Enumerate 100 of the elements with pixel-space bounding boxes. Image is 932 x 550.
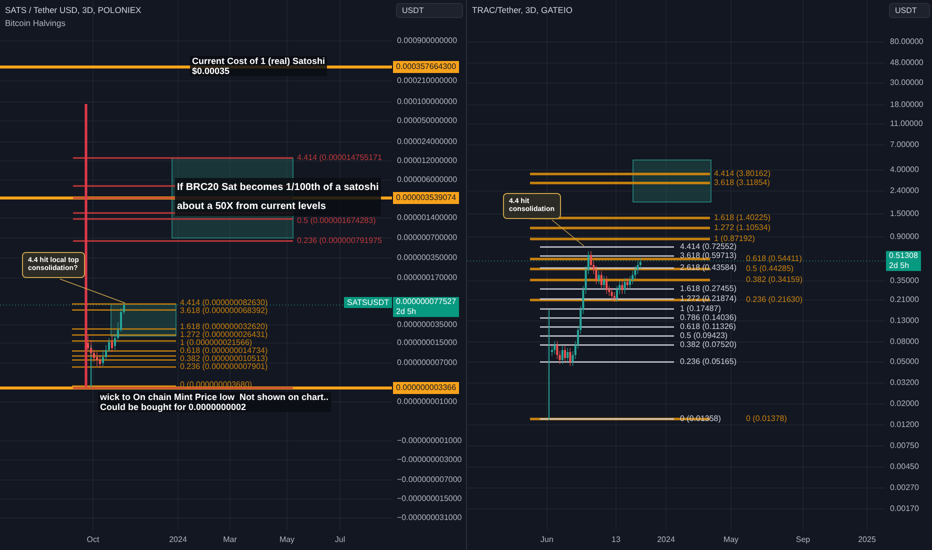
time-axis-label: 2024 — [657, 535, 675, 545]
fib-level-label: 1.618 (1.40225) — [714, 214, 770, 222]
last-price-badge: 0.000000077527 2d 5h — [393, 297, 460, 317]
price-axis-label: 80.00000 — [890, 37, 924, 47]
chart-title: TRAC/Tether, 3D, GATEIO — [472, 5, 572, 15]
chart-note: wick to On chain Mint Price low Not shown on chart.. Could be bought for 0.0000000002 — [98, 392, 331, 412]
chart-title: SATS / Tether USD, 3D, POLONIEX — [5, 5, 142, 15]
price-axis-label: −0.000000031000 — [397, 513, 462, 523]
fib-level-label: 3.618 (0.59713) — [680, 252, 736, 260]
price-axis-label: 0.000012000000 — [397, 156, 458, 166]
fib-level-label: 4.414 (0.000014755171 — [297, 154, 382, 162]
time-axis-label: May — [723, 535, 739, 545]
price-badge: 0.000357664300 — [393, 61, 460, 73]
fib-level-label: 4.414 (0.000000082630) — [180, 299, 268, 307]
price-axis-label: 0.000210000000 — [397, 76, 458, 86]
time-axis-label: Jul — [334, 535, 346, 545]
fib-level-label: 1 (0.17487) — [680, 305, 721, 313]
fib-level-label: 0.382 (0.07520) — [680, 341, 736, 349]
price-axis-label: 48.00000 — [890, 58, 924, 68]
fib-level-label: 1.272 (0.000000026431) — [180, 331, 268, 339]
chart-note: If BRC20 Sat becomes 1/100th of a satoshi about a 50X from current levels — [175, 178, 381, 216]
price-axis-label: 0.000050000000 — [397, 116, 458, 126]
price-axis-label: 0.00450 — [890, 462, 919, 472]
fib-level-label: 0.786 (0.14036) — [680, 314, 736, 322]
price-badge: 0.000003539074 — [393, 192, 460, 204]
price-axis-label: 0.01200 — [890, 420, 919, 430]
fib-level-label: 3.618 (0.000000068392) — [180, 307, 268, 315]
price-axis-label: 0.00750 — [890, 441, 919, 451]
price-axis-label: 4.00000 — [890, 165, 919, 175]
fib-level-label: 0.5 (0.000001674283) — [297, 217, 376, 225]
fib-level-label: 1.272 (0.21874) — [680, 295, 736, 303]
fib-level-label: 2.618 (0.43584) — [680, 264, 736, 272]
price-axis-label: 0.00270 — [890, 483, 919, 493]
symbol-tag: SATSUSDT — [344, 297, 392, 308]
price-axis-label: 0.90000 — [890, 232, 919, 242]
price-axis-label: 0.000000350000 — [397, 253, 458, 263]
fib-level-label: 0.236 (0.21630) — [746, 296, 802, 304]
fib-level-label: 0.618 (0.000000014734) — [180, 347, 268, 355]
time-axis-label: 2025 — [858, 535, 876, 545]
fib-level-label: 1.618 (0.27455) — [680, 285, 736, 293]
price-badge: 0.000000003366 — [393, 382, 460, 394]
fib-level-label: 0.236 (0.000000791975 — [297, 237, 382, 245]
price-axis-label: 0.000000035000 — [397, 320, 458, 330]
fib-level-label: 0.236 (0.000000007901) — [180, 363, 268, 371]
time-axis-label: 13 — [612, 535, 620, 545]
price-axis-label: −0.000000003000 — [397, 455, 462, 465]
indicator-label: Bitcoin Halvings — [5, 18, 66, 28]
currency-button[interactable]: USDT — [396, 3, 463, 18]
fib-level-label: 1 (0.87192) — [714, 235, 755, 243]
time-axis-label: Sep — [796, 535, 810, 545]
price-axis-label: 0.000000015000 — [397, 338, 458, 348]
time-axis-label: 2024 — [169, 535, 187, 545]
price-axis-label: 0.000024000000 — [397, 137, 458, 147]
chart-note: Current Cost of 1 (real) Satoshi $0.00035 — [190, 56, 328, 76]
price-axis-label: 0.35000 — [890, 276, 919, 286]
time-axis-label: May — [279, 535, 295, 545]
fib-level-label: 0.618 (0.54411) — [746, 255, 802, 263]
price-axis-label: 0.000900000000 — [397, 36, 458, 46]
price-axis-label: 0.000000001000 — [397, 397, 458, 407]
fib-level-label: 1.272 (1.10534) — [714, 224, 770, 232]
fib-level-label: 4.414 (0.72552) — [680, 243, 736, 251]
fib-level-label: 0.5 (0.09423) — [680, 332, 728, 340]
time-axis-label: Oct — [86, 535, 100, 545]
fib-level-label: 0 (0.01378) — [746, 415, 787, 423]
price-axis-label: 0.000001400000 — [397, 213, 458, 223]
fib-level-label: 1.618 (0.000000032620) — [180, 323, 268, 331]
price-axis-label: 0.05000 — [890, 357, 919, 367]
price-axis-label: 0.000100000000 — [397, 97, 458, 107]
fib-level-label: 0.382 (0.000000010513) — [180, 355, 268, 363]
time-axis-label: Jun — [540, 535, 554, 545]
fib-level-label: 3.618 (3.11854) — [714, 179, 770, 187]
price-axis-label: 18.00000 — [890, 100, 924, 110]
fib-level-label: 0.618 (0.11326) — [680, 323, 736, 331]
last-price-badge: 0.51308 2d 5h — [886, 251, 921, 271]
fib-level-label: 1 (0.000000021566) — [180, 339, 252, 347]
price-axis-label: 0.000000170000 — [397, 273, 458, 283]
price-axis-label: 0.08000 — [890, 337, 919, 347]
price-axis-label: −0.000000007000 — [397, 475, 462, 485]
target-zone — [110, 304, 176, 336]
time-axis-label: Mar — [223, 535, 237, 545]
price-axis-label: 0.00170 — [890, 504, 919, 514]
currency-button[interactable]: USDT — [889, 3, 930, 18]
price-axis-label: −0.000000015000 — [397, 494, 462, 504]
price-axis-label: 0.21000 — [890, 295, 919, 305]
price-axis-label: 0.000000007000 — [397, 358, 458, 368]
price-axis-label: 0.03200 — [890, 378, 919, 388]
price-axis-label: 11.00000 — [890, 119, 923, 129]
fib-level-label: 4.414 (3.80162) — [714, 170, 770, 178]
price-axis-label: 0.000006000000 — [397, 175, 458, 185]
price-axis-label: 0.000000700000 — [397, 233, 458, 243]
price-axis-label: 2.40000 — [890, 186, 919, 196]
price-axis-label: 1.50000 — [890, 209, 919, 219]
fib-level-label: 0.236 (0.05165) — [680, 358, 736, 366]
price-axis-label: 30.00000 — [890, 78, 924, 88]
price-axis-label: 0.13000 — [890, 316, 919, 326]
price-axis-label: −0.000000001000 — [397, 436, 462, 446]
fib-level-label: 0.382 (0.34159) — [746, 276, 802, 284]
price-axis-label: 7.00000 — [890, 140, 919, 150]
price-axis-label: 0.02000 — [890, 399, 919, 409]
fib-level-label: 0.5 (0.44285) — [746, 265, 794, 273]
